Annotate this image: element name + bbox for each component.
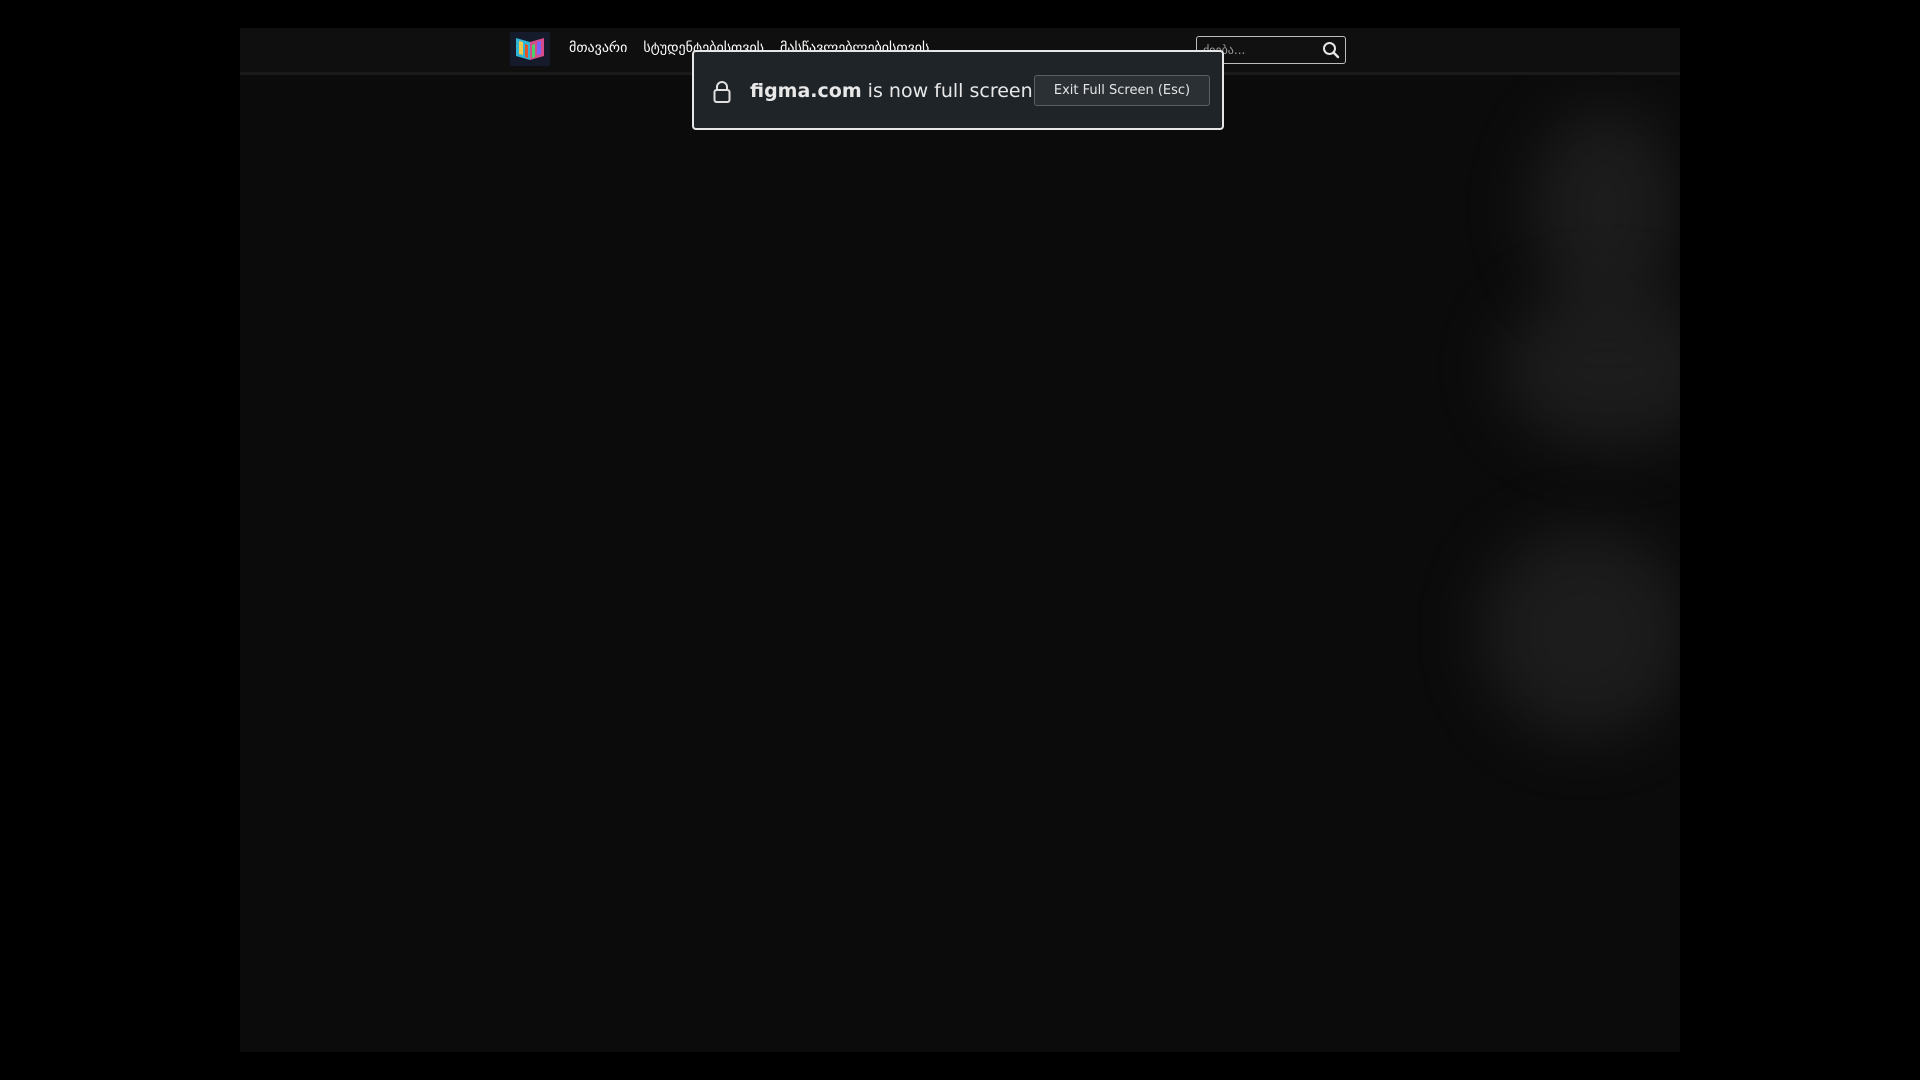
open-book-logo-icon — [516, 38, 544, 60]
page-frame: მთავარი სტუდენტებისთვის მასწავლებლებისთვ… — [240, 28, 1680, 1052]
fullscreen-message-text: is now full screen — [861, 80, 1033, 102]
search-button[interactable] — [1321, 40, 1341, 60]
fullscreen-message: figma.com is now full screen — [750, 80, 1033, 102]
site-logo[interactable] — [510, 32, 550, 66]
nav-link-home[interactable]: მთავარი — [569, 40, 627, 56]
exit-fullscreen-button[interactable]: Exit Full Screen (Esc) — [1034, 75, 1210, 106]
search-icon — [1323, 42, 1340, 59]
fullscreen-domain: figma.com — [750, 80, 862, 102]
background-decoration — [1500, 288, 1680, 448]
lock-icon — [712, 80, 732, 108]
background-decoration — [1530, 108, 1680, 308]
background-decoration — [1480, 528, 1680, 738]
fullscreen-notification: figma.com is now full screen Exit Full S… — [692, 50, 1224, 130]
